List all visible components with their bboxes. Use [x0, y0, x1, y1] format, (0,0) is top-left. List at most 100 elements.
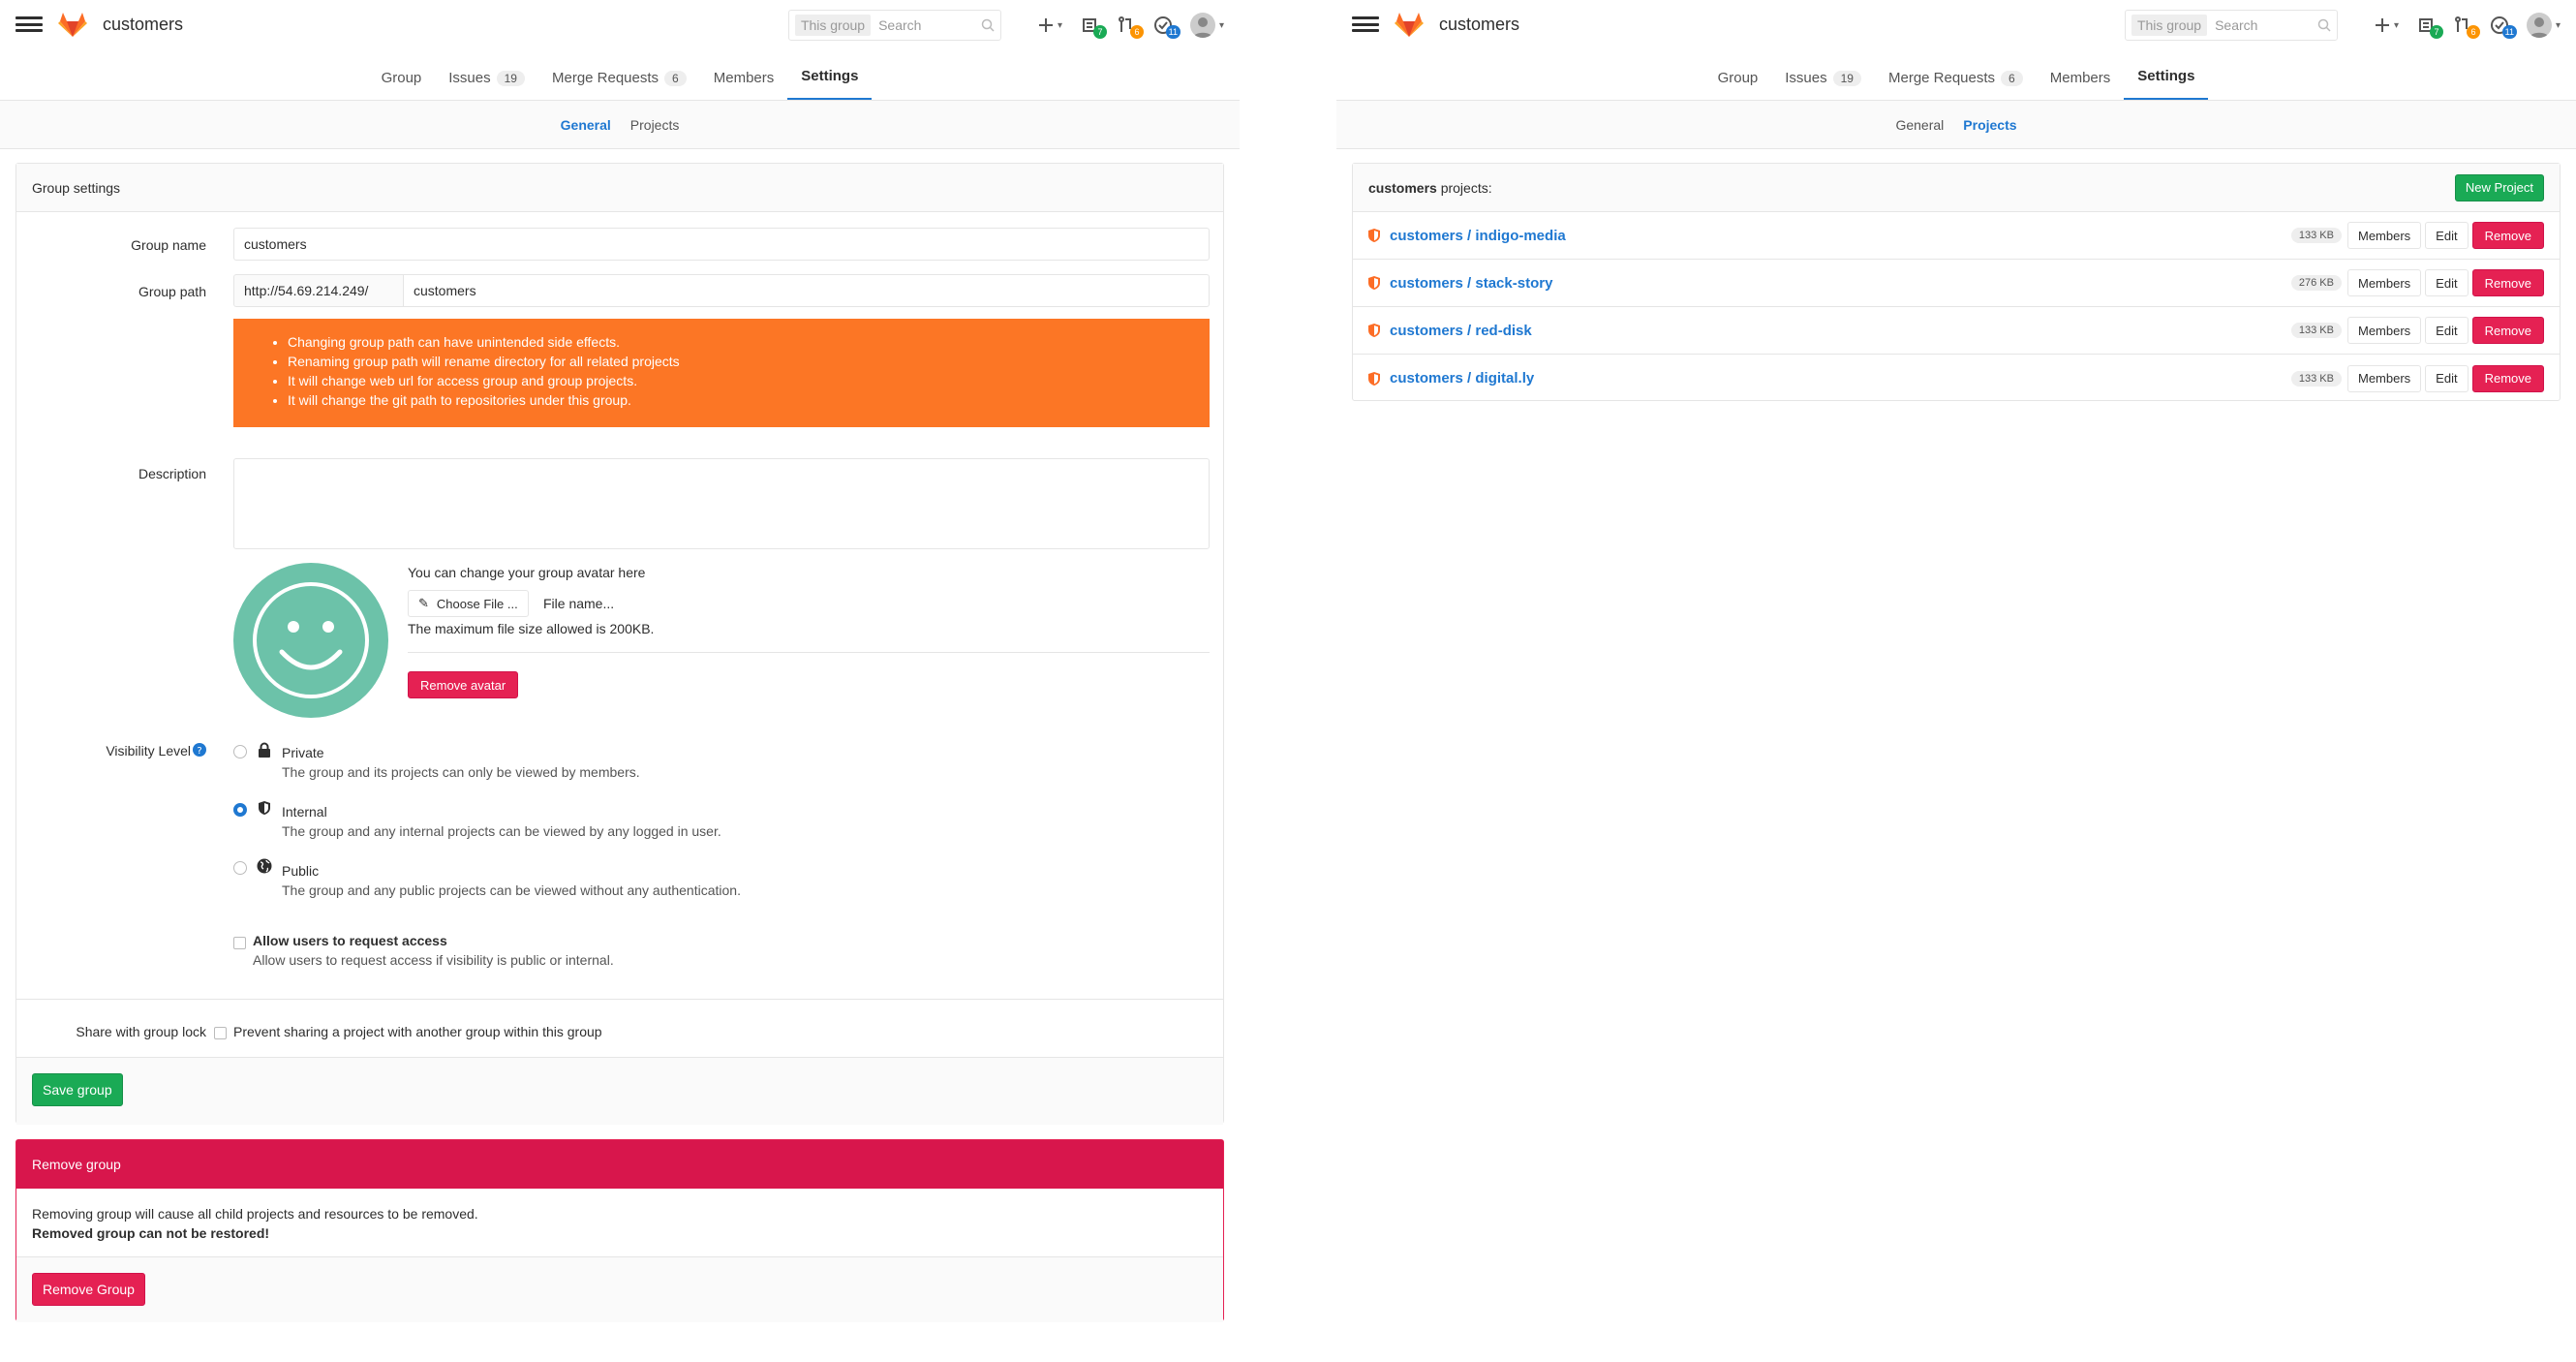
- group-settings-panel: Group settings Group name customers Grou…: [15, 163, 1224, 1125]
- tab-group[interactable]: Group: [368, 47, 436, 100]
- project-link[interactable]: customers / digital.ly: [1390, 370, 2291, 387]
- group-name-input[interactable]: customers: [233, 228, 1210, 261]
- group-settings-projects-screen: customers This group Search ▾ 7 6 11 ▾ G…: [1336, 0, 2576, 1362]
- mr-tab-count: 6: [664, 71, 687, 86]
- group-projects-panel: customers projects: New Project customer…: [1352, 163, 2561, 401]
- file-name-text: File name...: [543, 596, 615, 611]
- project-link[interactable]: customers / indigo-media: [1390, 228, 2291, 244]
- group-path-input[interactable]: customers: [403, 274, 1210, 307]
- project-remove-button[interactable]: Remove: [2471, 222, 2544, 249]
- visibility-public-desc: The group and any public projects can be…: [282, 882, 741, 898]
- search-input[interactable]: This group Search: [2124, 10, 2338, 41]
- merge-requests-button[interactable]: 6: [2453, 15, 2480, 39]
- new-dropdown-button[interactable]: ▾: [2375, 17, 2399, 33]
- user-menu-button[interactable]: ▾: [1189, 13, 1224, 38]
- settings-subnav: General Projects: [1336, 101, 2576, 149]
- tab-settings[interactable]: Settings: [787, 47, 873, 100]
- hamburger-menu-icon[interactable]: [1352, 15, 1379, 34]
- search-icon: [2317, 18, 2331, 32]
- plus-icon: [2375, 18, 2389, 32]
- new-dropdown-button[interactable]: ▾: [1038, 17, 1062, 33]
- svg-text:?: ?: [197, 746, 201, 757]
- project-edit-button[interactable]: Edit: [2425, 269, 2469, 296]
- remove-warning-line2: Removed group can not be restored!: [32, 1225, 270, 1241]
- panel-title: Group settings: [16, 164, 1223, 212]
- project-row: customers / red-disk 133 KB Members Edit…: [1353, 307, 2560, 355]
- project-link[interactable]: customers / stack-story: [1390, 275, 2291, 292]
- project-members-button[interactable]: Members: [2346, 364, 2422, 392]
- project-members-button[interactable]: Members: [2346, 222, 2422, 249]
- todos-count-badge: 7: [2429, 25, 2443, 39]
- share-lock-checkbox[interactable]: [214, 1027, 227, 1039]
- group-path-warning: Changing group path can have unintended …: [233, 319, 1210, 427]
- project-members-button[interactable]: Members: [2346, 269, 2422, 296]
- shield-icon: [1368, 276, 1380, 290]
- mr-count-badge: 6: [1129, 25, 1144, 39]
- project-edit-button[interactable]: Edit: [2425, 222, 2469, 249]
- project-remove-button[interactable]: Remove: [2471, 364, 2544, 392]
- plus-icon: [1038, 18, 1053, 32]
- user-menu-button[interactable]: ▾: [2526, 13, 2561, 38]
- avatar-divider: [408, 652, 1210, 653]
- warning-item: It will change the git path to repositor…: [288, 390, 1190, 410]
- tab-issues[interactable]: Issues 19: [435, 47, 538, 100]
- mr-count-badge: 6: [2466, 25, 2480, 39]
- subnav-projects[interactable]: Projects: [630, 117, 680, 133]
- search-scope-badge: This group: [2131, 15, 2208, 36]
- choose-file-button[interactable]: ✎ Choose File ...: [408, 590, 529, 617]
- subnav-general[interactable]: General: [561, 117, 611, 133]
- todos-count-badge: 7: [1092, 25, 1107, 39]
- avatar-hint: You can change your group avatar here: [408, 565, 646, 580]
- project-remove-button[interactable]: Remove: [2471, 269, 2544, 296]
- request-access-checkbox[interactable]: [233, 937, 246, 949]
- visibility-private-title: Private: [282, 745, 324, 760]
- tab-members[interactable]: Members: [700, 47, 788, 100]
- project-edit-button[interactable]: Edit: [2425, 364, 2469, 392]
- project-row: customers / digital.ly 133 KB Members Ed…: [1353, 355, 2560, 402]
- group-title[interactable]: customers: [103, 15, 183, 35]
- max-size-text: The maximum file size allowed is 200KB.: [408, 621, 655, 636]
- project-edit-button[interactable]: Edit: [2425, 317, 2469, 344]
- tab-merge-requests[interactable]: Merge Requests 6: [1875, 47, 2037, 100]
- tab-issues[interactable]: Issues 19: [1771, 47, 1875, 100]
- user-avatar: [1189, 13, 1215, 38]
- issues-button[interactable]: 11: [1153, 15, 1181, 39]
- search-input[interactable]: This group Search: [787, 10, 1001, 41]
- tab-settings[interactable]: Settings: [2124, 47, 2209, 100]
- shield-icon: [1368, 324, 1380, 337]
- todos-button[interactable]: 7: [1080, 15, 1107, 39]
- request-access-title: Allow users to request access: [253, 933, 447, 948]
- group-title[interactable]: customers: [1439, 15, 1519, 35]
- issues-button[interactable]: 11: [2490, 15, 2517, 39]
- visibility-private-radio[interactable]: [233, 745, 247, 758]
- gitlab-logo-icon[interactable]: [1395, 11, 1424, 38]
- mr-tab-count: 6: [2001, 71, 2023, 86]
- save-group-button[interactable]: Save group: [32, 1073, 123, 1106]
- visibility-public-radio[interactable]: [233, 861, 247, 875]
- subnav-projects[interactable]: Projects: [1963, 117, 2016, 133]
- remove-group-button[interactable]: Remove Group: [32, 1273, 145, 1306]
- project-link[interactable]: customers / red-disk: [1390, 323, 2291, 339]
- tab-merge-requests[interactable]: Merge Requests 6: [538, 47, 700, 100]
- merge-requests-button[interactable]: 6: [1117, 15, 1144, 39]
- gitlab-logo-icon[interactable]: [58, 11, 87, 38]
- shield-icon: [1368, 371, 1380, 386]
- visibility-internal-radio[interactable]: [233, 803, 247, 817]
- todos-button[interactable]: 7: [2416, 15, 2443, 39]
- tab-group[interactable]: Group: [1704, 47, 1772, 100]
- project-size-badge: 276 KB: [2290, 275, 2342, 291]
- subnav-general[interactable]: General: [1895, 117, 1944, 133]
- visibility-label: Visibility Level: [106, 743, 191, 758]
- remove-actions: Remove Group: [16, 1256, 1223, 1322]
- hamburger-menu-icon[interactable]: [15, 15, 43, 34]
- project-members-button[interactable]: Members: [2346, 317, 2422, 344]
- group-path-label: Group path: [138, 284, 206, 299]
- new-project-button[interactable]: New Project: [2454, 173, 2544, 201]
- description-textarea[interactable]: [233, 458, 1210, 549]
- paperclip-icon: ✎: [418, 596, 429, 610]
- remove-avatar-button[interactable]: Remove avatar: [408, 671, 519, 698]
- project-remove-button[interactable]: Remove: [2471, 317, 2544, 344]
- question-circle-icon[interactable]: ?: [193, 743, 206, 757]
- tab-members[interactable]: Members: [2037, 47, 2125, 100]
- description-label: Description: [138, 466, 206, 481]
